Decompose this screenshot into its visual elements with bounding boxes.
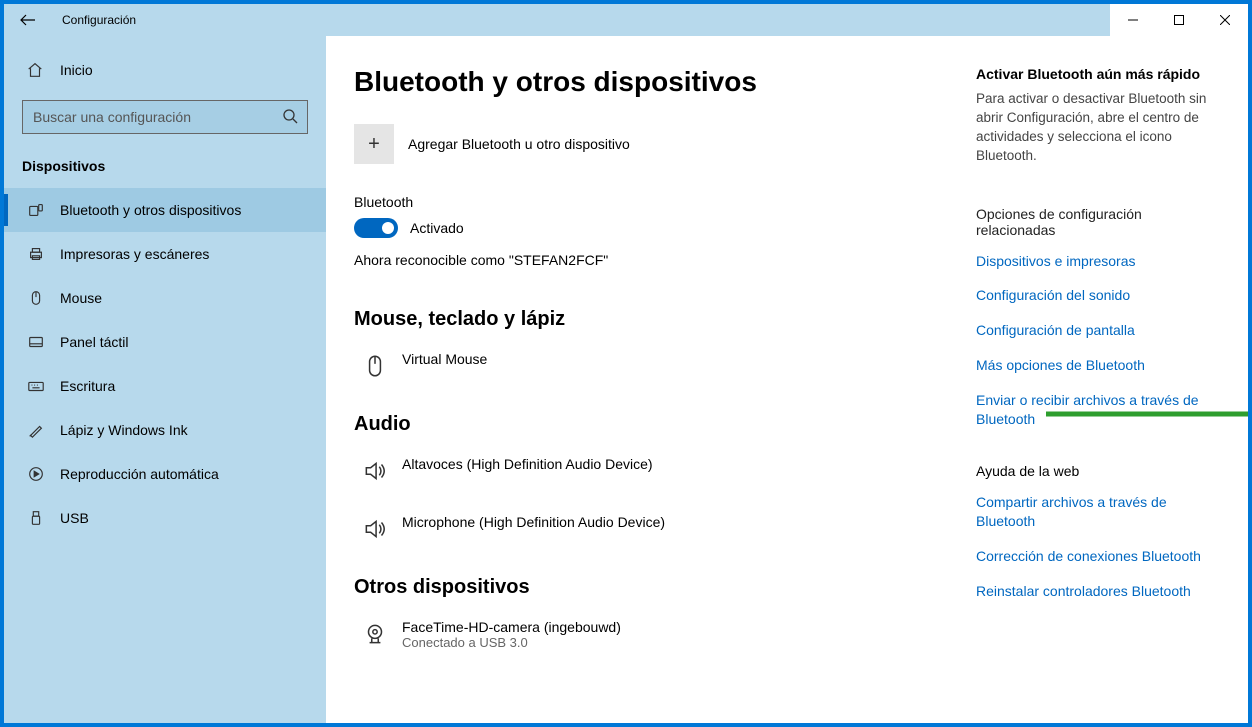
sidebar-item-label: Panel táctil (60, 334, 128, 350)
touchpad-icon (26, 333, 46, 351)
sidebar: Inicio Dispositivos Bluetooth y otros di… (4, 36, 326, 723)
search-box (22, 100, 308, 134)
link-send-receive-bt[interactable]: Enviar o recibir archivos a través de Bl… (976, 391, 1214, 429)
mouse-icon (358, 351, 392, 379)
section-other-heading: Otros dispositivos (354, 576, 946, 599)
tip-title: Activar Bluetooth aún más rápido (976, 66, 1214, 82)
device-camera[interactable]: FaceTime-HD-camera (ingebouwd) Conectado… (354, 613, 946, 674)
search-icon (282, 108, 298, 127)
device-name: Altavoces (High Definition Audio Device) (402, 456, 653, 472)
minimize-button[interactable] (1110, 4, 1156, 36)
device-name: Microphone (High Definition Audio Device… (402, 514, 665, 530)
home-label: Inicio (60, 62, 93, 78)
sidebar-item-label: Mouse (60, 290, 102, 306)
sidebar-item-label: USB (60, 510, 89, 526)
sidebar-item-typing[interactable]: Escritura (4, 364, 326, 408)
main: Bluetooth y otros dispositivos + Agregar… (326, 36, 1248, 723)
sidebar-item-printers[interactable]: Impresoras y escáneres (4, 232, 326, 276)
sidebar-item-autoplay[interactable]: Reproducción automática (4, 452, 326, 496)
section-audio-heading: Audio (354, 413, 946, 436)
section-mouse-heading: Mouse, teclado y lápiz (354, 308, 946, 331)
help-title: Ayuda de la web (976, 463, 1214, 479)
device-name: FaceTime-HD-camera (ingebouwd) (402, 619, 621, 635)
titlebar: Configuración (4, 4, 1248, 36)
link-display-settings[interactable]: Configuración de pantalla (976, 321, 1214, 340)
home-icon (26, 61, 44, 79)
bluetooth-label: Bluetooth (354, 194, 946, 210)
mouse-icon (26, 289, 46, 307)
device-virtual-mouse[interactable]: Virtual Mouse (354, 345, 946, 403)
maximize-button[interactable] (1156, 4, 1202, 36)
window-controls (1110, 4, 1248, 36)
tip-body: Para activar o desactivar Bluetooth sin … (976, 90, 1214, 166)
camera-icon (358, 619, 392, 647)
sidebar-item-label: Lápiz y Windows Ink (60, 422, 188, 438)
add-device-button[interactable]: + Agregar Bluetooth u otro dispositivo (354, 124, 946, 164)
sidebar-category: Dispositivos (4, 144, 326, 188)
content: Bluetooth y otros dispositivos + Agregar… (326, 36, 966, 723)
sidebar-item-label: Reproducción automática (60, 466, 219, 482)
sidebar-item-pen[interactable]: Lápiz y Windows Ink (4, 408, 326, 452)
usb-icon (26, 509, 46, 527)
autoplay-icon (26, 465, 46, 483)
sidebar-item-label: Bluetooth y otros dispositivos (60, 202, 241, 218)
settings-window: Configuración Inicio D (4, 4, 1248, 723)
sidebar-item-bluetooth[interactable]: Bluetooth y otros dispositivos (4, 188, 326, 232)
bluetooth-toggle[interactable] (354, 218, 398, 238)
right-column: Activar Bluetooth aún más rápido Para ac… (966, 36, 1236, 723)
device-microphone[interactable]: Microphone (High Definition Audio Device… (354, 508, 946, 566)
sidebar-item-label: Escritura (60, 378, 115, 394)
bluetooth-icon (26, 201, 46, 219)
keyboard-icon (26, 377, 46, 395)
discoverable-text: Ahora reconocible como "STEFAN2FCF" (354, 252, 946, 268)
search-input[interactable] (22, 100, 308, 134)
pen-icon (26, 421, 46, 439)
link-sound-settings[interactable]: Configuración del sonido (976, 286, 1214, 305)
page-heading: Bluetooth y otros dispositivos (354, 66, 946, 98)
link-share-bt[interactable]: Compartir archivos a través de Bluetooth (976, 493, 1214, 531)
link-more-bluetooth[interactable]: Más opciones de Bluetooth (976, 356, 1214, 375)
sidebar-item-mouse[interactable]: Mouse (4, 276, 326, 320)
sidebar-item-label: Impresoras y escáneres (60, 246, 209, 262)
add-device-label: Agregar Bluetooth u otro dispositivo (408, 136, 630, 152)
back-button[interactable] (12, 4, 44, 36)
sidebar-list: Bluetooth y otros dispositivos Impresora… (4, 188, 326, 540)
body: Inicio Dispositivos Bluetooth y otros di… (4, 36, 1248, 723)
plus-icon: + (354, 124, 394, 164)
link-devices-printers[interactable]: Dispositivos e impresoras (976, 252, 1214, 271)
link-reinstall-bt[interactable]: Reinstalar controladores Bluetooth (976, 582, 1214, 601)
link-fix-bt[interactable]: Corrección de conexiones Bluetooth (976, 547, 1214, 566)
speaker-icon (358, 514, 392, 542)
close-button[interactable] (1202, 4, 1248, 36)
related-title: Opciones de configuración relacionadas (976, 206, 1214, 238)
device-name: Virtual Mouse (402, 351, 487, 367)
device-sub: Conectado a USB 3.0 (402, 635, 621, 650)
window-title: Configuración (62, 13, 136, 27)
sidebar-item-touchpad[interactable]: Panel táctil (4, 320, 326, 364)
speaker-icon (358, 456, 392, 484)
printer-icon (26, 245, 46, 263)
device-speakers[interactable]: Altavoces (High Definition Audio Device) (354, 450, 946, 508)
home-button[interactable]: Inicio (4, 50, 326, 90)
bluetooth-state: Activado (410, 220, 464, 236)
sidebar-item-usb[interactable]: USB (4, 496, 326, 540)
